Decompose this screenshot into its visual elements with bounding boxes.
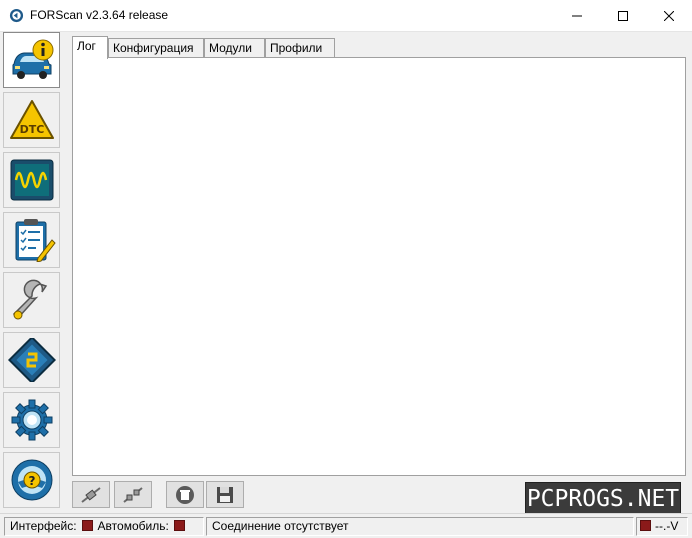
title-bar: FORScan v2.3.64 release [0, 0, 692, 32]
minimize-button[interactable] [554, 0, 600, 31]
connection-status: Соединение отсутствует [206, 517, 634, 536]
car-info-icon [12, 39, 53, 79]
clear-log-button[interactable] [166, 481, 204, 508]
dtc-warning-icon: DTC [9, 100, 54, 139]
wrench-icon [12, 279, 47, 320]
sidebar-item-tests[interactable] [3, 212, 60, 268]
interface-label: Интерфейс: [10, 519, 77, 533]
svg-text:DTC: DTC [19, 123, 44, 136]
status-indicators: Интерфейс: Автомобиль: [4, 517, 204, 536]
minimize-icon [572, 15, 582, 16]
disconnect-icon [123, 486, 143, 503]
voltage-status: --.-V [636, 517, 688, 536]
sidebar-item-dtc[interactable]: DTC [3, 92, 60, 148]
sidebar-item-settings[interactable] [3, 392, 60, 448]
vehicle-label: Автомобиль: [97, 519, 169, 533]
sidebar: DTC ? [1, 32, 63, 512]
gear-icon [11, 399, 52, 441]
disconnect-button[interactable] [114, 481, 152, 508]
voltage-value: --.-V [655, 519, 679, 533]
clear-log-icon [176, 485, 194, 504]
help-wheel-icon: ? [11, 459, 52, 501]
watermark-label: PCPROGS.NET [526, 483, 680, 515]
chip-icon [7, 338, 56, 382]
sidebar-item-info[interactable] [3, 32, 60, 88]
close-icon [664, 10, 674, 21]
maximize-button[interactable] [600, 0, 646, 31]
sidebar-item-service[interactable] [3, 272, 60, 328]
sidebar-item-oscilloscope[interactable] [3, 152, 60, 208]
close-button[interactable] [646, 0, 692, 31]
connect-icon [81, 486, 101, 503]
vehicle-indicator [173, 520, 185, 531]
oscilloscope-icon [10, 159, 53, 201]
window-title: FORScan v2.3.64 release [30, 8, 169, 22]
status-bar: Интерфейс: Автомобиль: Соединение отсутст… [0, 513, 692, 538]
tab-log[interactable]: Лог [72, 36, 108, 59]
sidebar-item-config[interactable] [3, 332, 60, 388]
forscan-app-icon [9, 8, 24, 23]
svg-text:?: ? [28, 474, 35, 488]
save-disk-icon [217, 486, 233, 503]
checklist-icon [15, 219, 56, 262]
voltage-indicator [640, 520, 651, 531]
tab-modules[interactable]: Модули [204, 38, 265, 58]
interface-indicator [81, 520, 93, 531]
tab-profiles[interactable]: Профили [265, 38, 335, 58]
connect-button[interactable] [72, 481, 110, 508]
log-content-area[interactable] [72, 57, 686, 476]
sidebar-item-help[interactable]: ? [3, 452, 60, 508]
tab-configuration[interactable]: Конфигурация [108, 38, 204, 58]
maximize-icon [618, 10, 628, 21]
save-button[interactable] [206, 481, 244, 508]
